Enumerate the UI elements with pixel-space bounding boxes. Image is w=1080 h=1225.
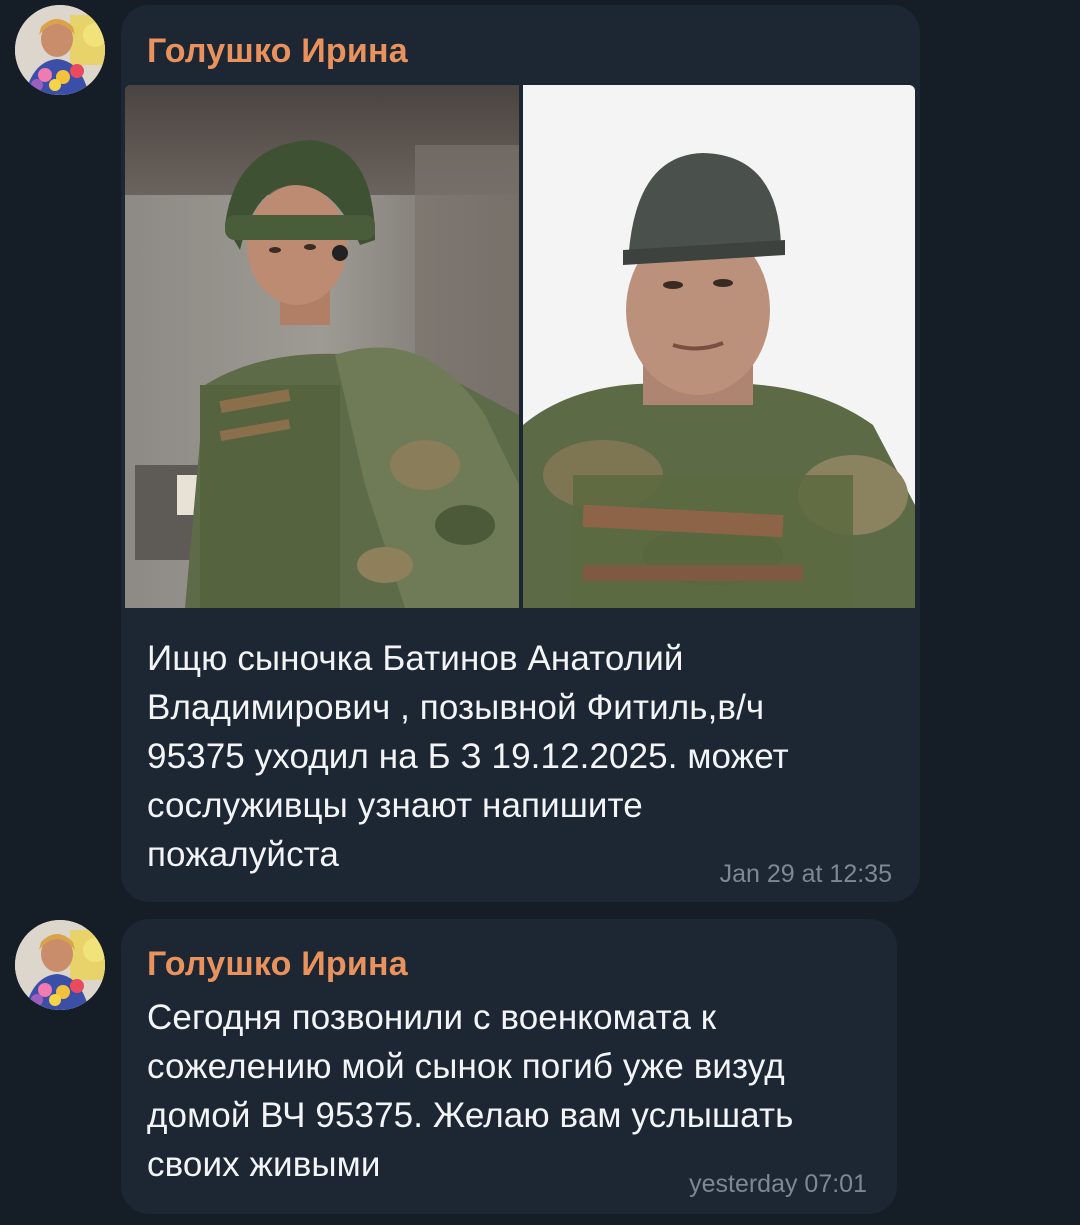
avatar-image [15, 920, 105, 1010]
message-timestamp: yesterday 07:01 [689, 1170, 867, 1198]
soldier-helmet-photo[interactable] [125, 85, 519, 608]
message-bubble[interactable]: Голушко Ирина Сегодня позвонили с военко… [121, 919, 897, 1214]
message-text: Ищю сыночка Батинов Анатолий Владимирови… [147, 639, 789, 874]
sender-name[interactable]: Голушко Ирина [147, 945, 408, 984]
message-timestamp: Jan 29 at 12:35 [719, 860, 892, 888]
chat-history: Голушко Ирина Ищю сыночка Батинов Анатол… [0, 0, 1080, 1225]
avatar-image [15, 5, 105, 95]
message-bubble[interactable]: Голушко Ирина Ищю сыночка Батинов Анатол… [121, 5, 920, 902]
sender-avatar[interactable] [15, 920, 105, 1010]
sender-avatar[interactable] [15, 5, 105, 95]
sender-name[interactable]: Голушко Ирина [147, 32, 408, 71]
message-text: Сегодня позвонили с военкомата к сожелен… [147, 998, 794, 1184]
soldier-cap-photo[interactable] [523, 85, 915, 608]
